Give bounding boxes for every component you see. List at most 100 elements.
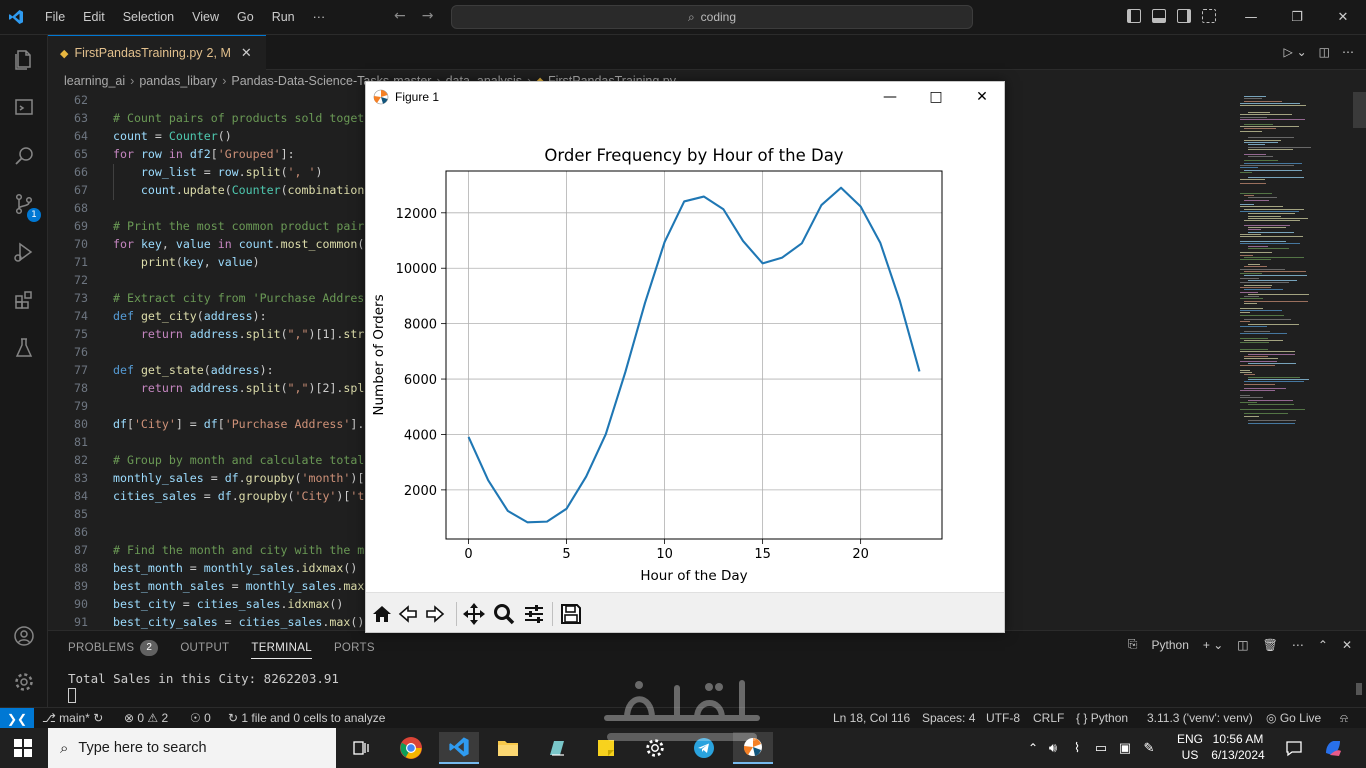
menu-item-edit[interactable]: Edit xyxy=(74,0,114,35)
testing-flask-icon[interactable] xyxy=(0,324,48,372)
minimap[interactable] xyxy=(1238,92,1353,432)
menu-item-go[interactable]: Go xyxy=(228,0,263,35)
tray-app-icon[interactable]: ▣ xyxy=(1113,740,1137,756)
encoding[interactable]: UTF-8 xyxy=(986,708,1020,729)
file-explorer-icon[interactable] xyxy=(488,732,528,764)
pan-move-icon[interactable] xyxy=(462,602,486,626)
terminal-profile-label[interactable]: Python xyxy=(1152,638,1189,652)
analysis-indicator[interactable]: ↻ 1 file and 0 cells to analyze xyxy=(228,708,385,729)
explorer-icon[interactable] xyxy=(0,36,48,84)
minimap-line xyxy=(1240,365,1275,367)
figure-canvas[interactable]: 0 5 10 15 20 2000 4000 6000 8000 10000 12000 Order … xyxy=(366,112,1004,592)
breadcrumb-item[interactable]: learning_ai xyxy=(64,74,125,88)
configure-subplots-icon[interactable] xyxy=(522,602,546,626)
remote-explorer-icon[interactable] xyxy=(0,84,48,132)
forward-arrow-icon[interactable] xyxy=(423,602,447,626)
end-of-line[interactable]: CRLF xyxy=(1033,708,1064,729)
menu-item-view[interactable]: View xyxy=(183,0,228,35)
back-arrow-icon[interactable]: ← xyxy=(394,8,406,24)
figure-minimize-icon[interactable]: — xyxy=(867,82,913,112)
taskbar-search-input[interactable]: ⌕ Type here to search xyxy=(48,728,336,768)
toggle-panel-icon[interactable] xyxy=(1152,9,1166,23)
tab-ports[interactable]: PORTS xyxy=(334,637,375,659)
branch-indicator[interactable]: ⎇ main* ↻ xyxy=(42,708,103,729)
code-token: ): xyxy=(252,309,267,323)
source-control-icon[interactable]: 1 xyxy=(0,180,48,228)
warning-icon: ⚠ xyxy=(147,711,162,725)
forward-arrow-icon[interactable]: → xyxy=(422,8,434,24)
breadcrumb-item[interactable]: pandas_libary xyxy=(139,74,217,88)
tab-output[interactable]: OUTPUT xyxy=(180,637,229,659)
restore-icon[interactable]: ❐ xyxy=(1274,0,1320,35)
windows-start-icon[interactable] xyxy=(14,739,32,757)
menu-item-more[interactable]: ··· xyxy=(304,0,335,35)
close-tab-icon[interactable]: ✕ xyxy=(241,45,252,61)
more-actions-icon[interactable]: ⋯ xyxy=(1342,45,1354,59)
accounts-icon[interactable] xyxy=(0,612,48,660)
vscode-taskbar-icon[interactable] xyxy=(439,732,479,764)
search-icon[interactable] xyxy=(0,132,48,180)
menu-item-run[interactable]: Run xyxy=(263,0,304,35)
run-debug-icon[interactable] xyxy=(0,228,48,276)
kill-terminal-trash-icon[interactable]: 🗑 xyxy=(1263,638,1278,652)
zoom-magnifier-icon[interactable] xyxy=(492,602,516,626)
indentation[interactable]: Spaces: 4 xyxy=(922,708,975,729)
settings-gear-icon[interactable] xyxy=(0,658,48,706)
tab-problems[interactable]: PROBLEMS 2 xyxy=(68,637,159,659)
input-language[interactable]: ENG US xyxy=(1172,731,1208,763)
code-text: best_month_sales = monthly_sales.max() xyxy=(113,577,378,595)
editor-scrollbar[interactable] xyxy=(1353,92,1366,630)
volume-icon[interactable]: 🔊︎ xyxy=(1041,740,1065,756)
menu-item-selection[interactable]: Selection xyxy=(114,0,183,35)
cursor-position[interactable]: Ln 18, Col 116 xyxy=(833,708,910,729)
problems-indicator[interactable]: ⊗ 0 ⚠ 2 xyxy=(124,708,168,729)
code-token: ( xyxy=(280,165,288,179)
task-view-icon[interactable] xyxy=(341,732,381,764)
maximize-panel-icon[interactable]: ⌃ xyxy=(1318,638,1328,652)
python-interpreter[interactable]: 3.11.3 ('venv': venv) xyxy=(1147,708,1253,729)
language-mode[interactable]: { } Python xyxy=(1076,708,1128,729)
minimap-line xyxy=(1248,420,1297,422)
go-live-button[interactable]: ◎ Go Live xyxy=(1266,708,1321,729)
back-arrow-icon[interactable] xyxy=(396,602,420,626)
figure-maximize-icon[interactable]: □ xyxy=(913,82,959,112)
notifications-icon[interactable] xyxy=(1274,732,1314,764)
code-token: split xyxy=(245,381,281,395)
remote-indicator-icon[interactable]: ❯❮ xyxy=(0,708,34,729)
menu-item-file[interactable]: File xyxy=(36,0,74,35)
wifi-icon[interactable]: ⌇ xyxy=(1065,740,1089,756)
battery-icon[interactable]: ▭ xyxy=(1089,740,1113,756)
tab-terminal[interactable]: TERMINAL xyxy=(251,637,312,659)
tab-firstpandastraining[interactable]: ◆ FirstPandasTraining.py 2, M ✕ xyxy=(48,35,266,70)
notes-app-icon[interactable] xyxy=(537,732,577,764)
python-file-icon: ◆ xyxy=(60,47,69,60)
more-actions-icon[interactable]: ⋯ xyxy=(1292,638,1304,652)
toggle-sidebar-icon[interactable] xyxy=(1127,9,1141,23)
editor-scroll-thumb[interactable] xyxy=(1353,92,1366,128)
close-icon[interactable]: ✕ xyxy=(1320,0,1366,35)
taskbar-clock[interactable]: 10:56 AM 6/13/2024 xyxy=(1207,731,1269,763)
command-center-search[interactable]: ⌕ coding xyxy=(451,5,973,29)
home-icon[interactable] xyxy=(370,602,394,626)
chrome-icon[interactable] xyxy=(391,732,431,764)
line-number: 89 xyxy=(74,579,88,593)
copilot-icon[interactable] xyxy=(1313,732,1353,764)
split-terminal-icon[interactable]: ◫ xyxy=(1237,638,1248,652)
pen-icon[interactable]: ✎ xyxy=(1137,740,1161,756)
ports-indicator[interactable]: ☉ 0 xyxy=(190,708,211,729)
toggle-secondary-sidebar-icon[interactable] xyxy=(1177,9,1191,23)
customize-layout-icon[interactable] xyxy=(1202,9,1216,23)
show-hidden-icons-icon[interactable]: ⌃ xyxy=(1025,741,1041,755)
terminal-scrollbar[interactable] xyxy=(1356,683,1362,695)
figure-close-icon[interactable]: ✕ xyxy=(959,82,1005,112)
code-token: = xyxy=(182,561,204,575)
run-python-file-icon[interactable]: ▷ ⌄ xyxy=(1284,45,1307,59)
new-terminal-icon[interactable]: + ⌄ xyxy=(1203,638,1223,652)
close-panel-icon[interactable]: ✕ xyxy=(1342,638,1352,652)
save-disk-icon[interactable] xyxy=(559,602,583,626)
notifications-bell-icon[interactable]: ⍾ xyxy=(1340,708,1348,729)
split-editor-icon[interactable]: ◫ xyxy=(1319,45,1330,59)
minimize-icon[interactable]: — xyxy=(1228,0,1274,35)
extensions-icon[interactable] xyxy=(0,276,48,324)
